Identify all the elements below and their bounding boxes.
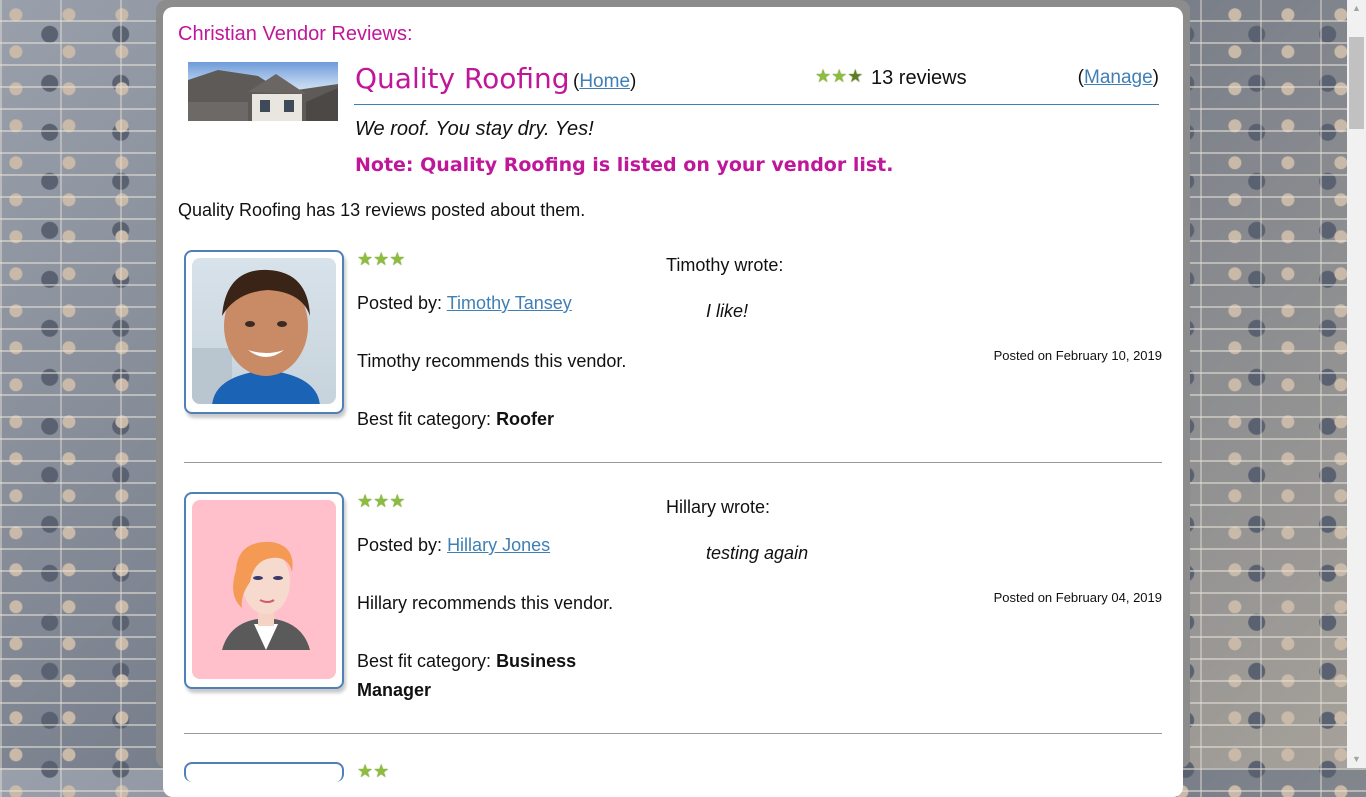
manage-link-wrap: (Manage) (1077, 67, 1159, 88)
vendor-list-note: Note: Quality Roofing is listed on your … (355, 154, 894, 176)
star-icon: ★ (831, 66, 848, 86)
review-divider (184, 462, 1162, 463)
recommendation: Hillary recommends this vendor. (357, 593, 614, 613)
recommendation: Timothy recommends this vendor. (357, 351, 627, 371)
category-label: Best fit category: (357, 409, 497, 429)
posted-by: Posted by: Timothy Tansey (357, 293, 572, 314)
header-divider (354, 104, 1159, 105)
vendor-tagline: We roof. You stay dry. Yes! (355, 118, 594, 140)
half-star-icon: ★ (847, 66, 864, 86)
review-author-wrote: Timothy wrote: (666, 255, 784, 275)
author-link[interactable]: Timothy Tansey (447, 293, 572, 313)
star-icon: ★ (389, 249, 406, 269)
review-date: Posted on February 04, 2019 (993, 590, 1162, 605)
star-icon: ★ (815, 66, 832, 86)
home-link[interactable]: Home (579, 71, 630, 92)
vendor-name: Quality Roofing (355, 62, 570, 95)
best-fit-category: Best fit category: Business Manager (357, 647, 617, 705)
author-link[interactable]: Hillary Jones (447, 535, 550, 555)
star-icon: ★ (373, 761, 390, 781)
review-text: I like! (706, 301, 749, 321)
star-icon: ★ (357, 249, 374, 269)
best-fit-category: Best fit category: Roofer (357, 405, 617, 434)
posted-by-label: Posted by: (357, 535, 448, 555)
reviewer-avatar (184, 250, 344, 414)
category-label: Best fit category: (357, 651, 497, 671)
home-link-wrap: (Home) (573, 71, 637, 92)
reviewer-avatar (184, 492, 344, 689)
review-author-wrote: Hillary wrote: (666, 497, 771, 517)
site-title: Christian Vendor Reviews: (178, 23, 413, 45)
review-divider (184, 733, 1162, 734)
manage-link[interactable]: Manage (1084, 67, 1153, 88)
star-icon: ★ (373, 491, 390, 511)
reviewer-avatar (184, 762, 344, 782)
scroll-up-icon[interactable]: ▲ (1347, 0, 1366, 17)
star-icon: ★ (357, 761, 374, 781)
review-text: testing again (706, 543, 809, 563)
review-count: 13 reviews (871, 67, 967, 89)
star-icon: ★ (357, 491, 374, 511)
vertical-scrollbar[interactable]: ▲ ▼ (1347, 0, 1366, 768)
review-summary: Quality Roofing has 13 reviews posted ab… (178, 200, 586, 220)
scroll-down-icon[interactable]: ▼ (1347, 751, 1366, 768)
review-date: Posted on February 10, 2019 (993, 348, 1162, 363)
review-rating: ★★★ (357, 250, 405, 270)
vendor-thumbnail (188, 62, 338, 121)
review-rating: ★★ (357, 762, 389, 782)
posted-by: Posted by: Hillary Jones (357, 535, 550, 556)
vendor-rating: ★★★ (815, 67, 863, 87)
posted-by-label: Posted by: (357, 293, 447, 313)
scrollbar-thumb[interactable] (1349, 37, 1364, 129)
review-rating: ★★★ (357, 492, 405, 512)
category-value: Roofer (496, 409, 555, 429)
star-icon: ★ (389, 491, 406, 511)
star-icon: ★ (373, 249, 390, 269)
